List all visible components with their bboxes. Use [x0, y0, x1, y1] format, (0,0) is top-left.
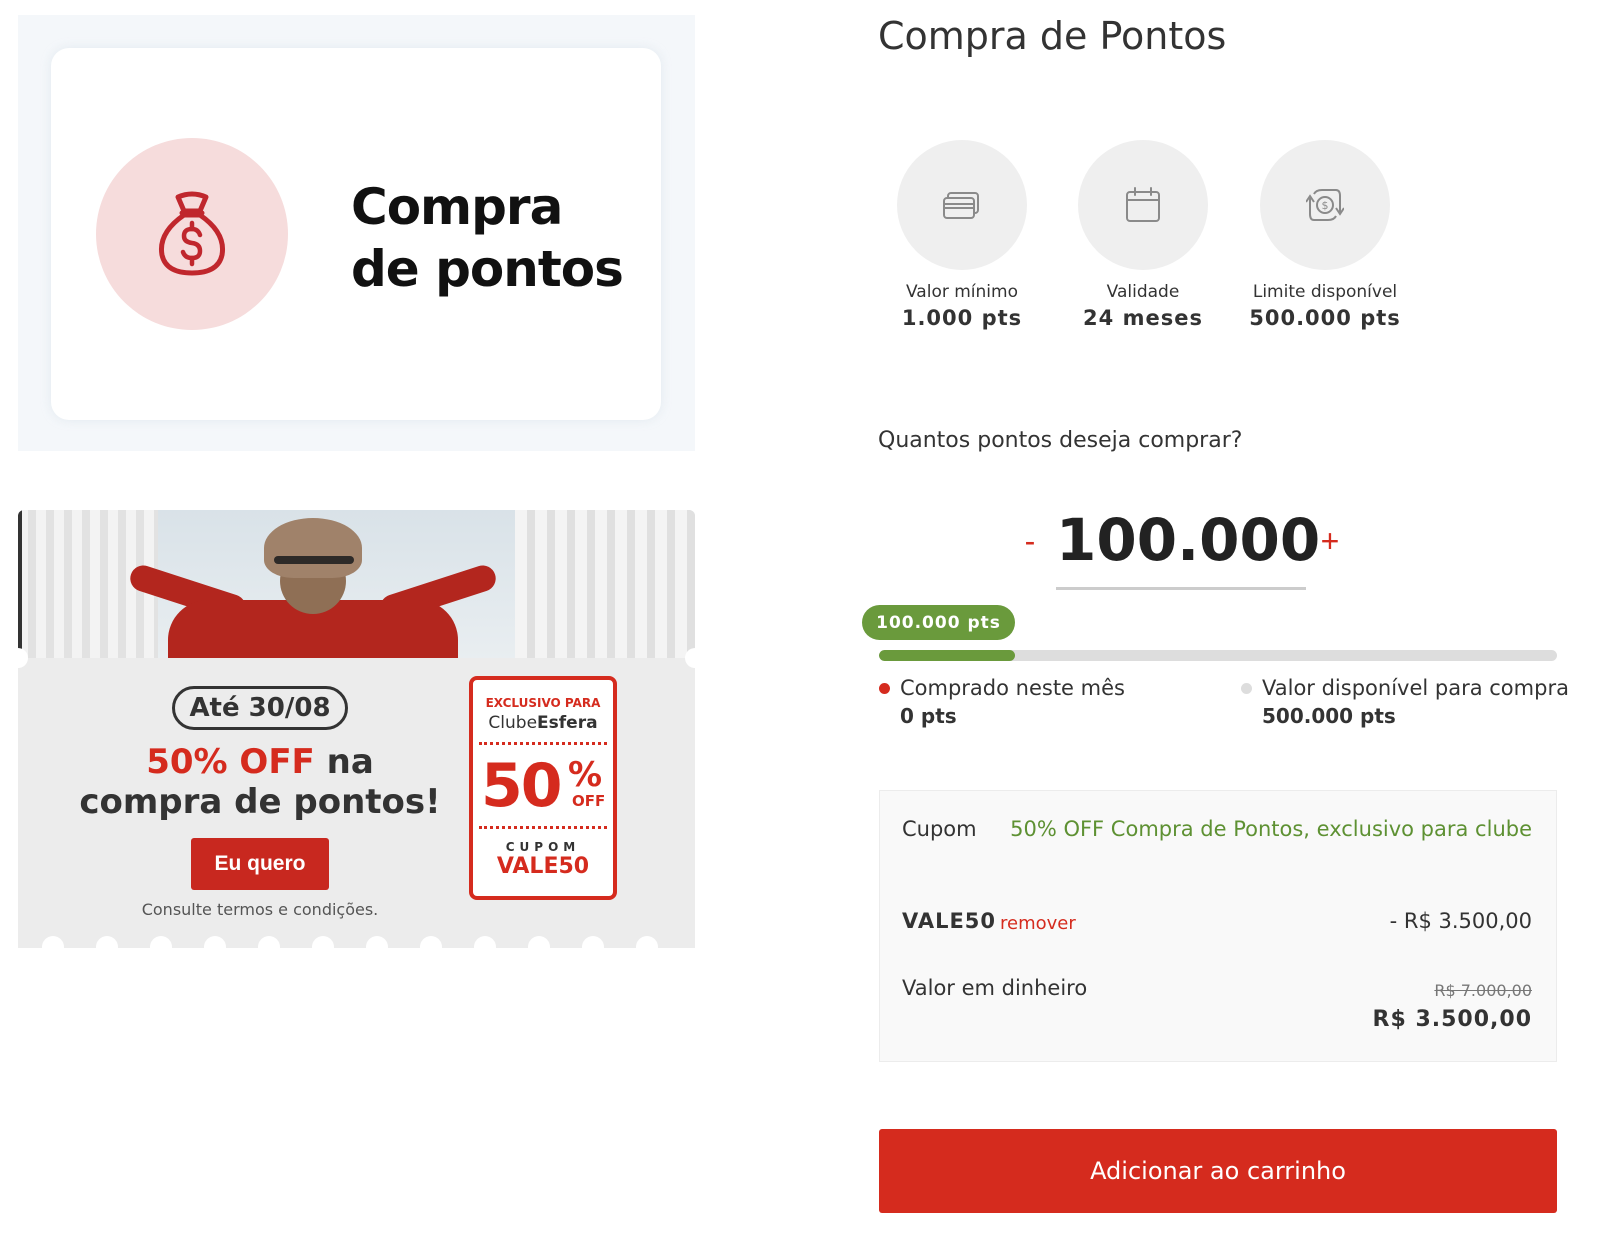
cash-value-label: Valor em dinheiro — [902, 976, 1088, 1000]
ticket-scallop — [636, 936, 658, 948]
ticket-scallop — [258, 936, 280, 948]
coupon-description: 50% OFF Compra de Pontos, exclusivo para… — [1010, 817, 1532, 841]
legend-label: Comprado neste mês — [900, 676, 1125, 700]
original-price: R$ 7.000,00 — [1434, 981, 1532, 1000]
coupon-tag-exclusive: EXCLUSIVO PARA — [485, 696, 601, 710]
legend-dot-gray — [1241, 683, 1252, 694]
curtain-right — [515, 510, 695, 660]
ticket-scallop — [204, 936, 226, 948]
hero-icon-circle — [96, 138, 288, 330]
coupon-label: Cupom — [902, 817, 977, 841]
ticket-scallop — [366, 936, 388, 948]
promo-terms[interactable]: Consulte termos e condições. — [70, 900, 450, 919]
promo-ticket: Até 30/08 50% OFF na compra de pontos! E… — [18, 648, 695, 948]
order-summary: Cupom 50% OFF Compra de Pontos, exclusiv… — [879, 790, 1557, 1062]
legend-available: Valor disponível para compra 500.000 pts — [1241, 676, 1569, 728]
coupon-tag-percent: % — [568, 755, 603, 795]
coupon-discount: - R$ 3.500,00 — [1389, 909, 1532, 933]
ticket-scallop — [42, 936, 64, 948]
legend-label: Valor disponível para compra — [1262, 676, 1569, 700]
info-label: Limite disponível — [1252, 282, 1398, 302]
info-circle — [897, 140, 1027, 270]
promo-photo — [18, 510, 695, 660]
legend-dot-red — [879, 683, 890, 694]
info-min-value: Valor mínimo 1.000 pts — [872, 140, 1052, 330]
ticket-scallop — [150, 936, 172, 948]
brand-esfera: Esfera — [537, 713, 598, 733]
ticket-scallop — [474, 936, 496, 948]
info-circle — [1078, 140, 1208, 270]
money-bag-icon — [158, 191, 226, 276]
info-value: 1.000 pts — [901, 306, 1023, 330]
promo-headline: 50% OFF na compra de pontos! — [70, 742, 450, 822]
add-to-cart-button[interactable]: Adicionar ao carrinho — [879, 1129, 1557, 1213]
info-value: 500.000 pts — [1249, 306, 1401, 330]
info-label: Valor mínimo — [906, 282, 1018, 302]
ticket-scallop — [582, 936, 604, 948]
coupon-tag-divider — [479, 826, 607, 829]
final-price: R$ 3.500,00 — [1372, 1007, 1532, 1032]
info-validity: Validade 24 meses — [1053, 140, 1233, 330]
ticket-scallop — [96, 936, 118, 948]
coupon-tag-code: VALE50 — [496, 854, 590, 879]
hero-title-line1: Compra — [351, 178, 563, 236]
credit-cards-icon — [943, 192, 979, 219]
svg-text:$: $ — [1322, 199, 1329, 212]
points-progress-fill — [879, 650, 1015, 661]
coupon-tag-divider — [479, 742, 607, 745]
selected-points-pill: 100.000 pts — [862, 605, 1015, 640]
legend-bought: Comprado neste mês 0 pts — [879, 676, 1125, 728]
info-value: 24 meses — [1083, 306, 1203, 330]
applied-coupon-code: VALE50 — [902, 909, 997, 933]
promo-banner[interactable]: Até 30/08 50% OFF na compra de pontos! E… — [18, 510, 695, 948]
calendar-icon — [1126, 187, 1160, 222]
hero-title-line2: de pontos — [351, 240, 624, 298]
promo-headline-part2: compra de pontos! — [79, 782, 441, 822]
legend-value: 0 pts — [900, 704, 957, 728]
increase-button[interactable]: + — [1316, 516, 1344, 566]
ticket-scallop — [420, 936, 442, 948]
hero-card: Compra de pontos — [18, 15, 695, 451]
person-hat — [264, 518, 362, 578]
quantity-input[interactable]: 100.000 — [1056, 500, 1320, 590]
promo-until-badge: Até 30/08 — [172, 686, 348, 730]
page-title: Compra de Pontos — [878, 14, 1227, 58]
info-circle: $ — [1260, 140, 1390, 270]
points-progress-track — [879, 650, 1557, 661]
quantity-question: Quantos pontos deseja comprar? — [878, 428, 1243, 453]
coupon-tag-number: 50 — [481, 751, 562, 821]
remove-coupon-link[interactable]: remover — [1000, 913, 1076, 934]
hero-card-inner: Compra de pontos — [51, 48, 661, 420]
info-limit: $ Limite disponível 500.000 pts — [1235, 140, 1415, 330]
decrease-button[interactable]: - — [1016, 516, 1044, 566]
ticket-notch-right — [685, 648, 695, 668]
eu-quero-button[interactable]: Eu quero — [191, 838, 329, 890]
promo-headline-discount: 50% OFF — [146, 742, 315, 782]
hero-title: Compra de pontos — [351, 176, 624, 300]
exchange-coin-icon: $ — [1306, 189, 1344, 221]
coupon-tag-cupom-word: CUPOM — [505, 840, 581, 854]
window-frame — [18, 510, 22, 660]
info-label: Validade — [1106, 282, 1180, 302]
coupon-tag-off: OFF — [572, 792, 606, 810]
hat-band — [274, 556, 354, 564]
brand-clube: Clube — [488, 713, 538, 733]
ticket-scallop — [528, 936, 550, 948]
clube-esfera-logo: ClubeEsfera — [473, 713, 613, 733]
legend-value: 500.000 pts — [1262, 704, 1396, 728]
coupon-tag: EXCLUSIVO PARA ClubeEsfera 50 % OFF CUPO… — [469, 676, 617, 900]
promo-headline-part1: na — [314, 742, 374, 782]
ticket-scallop — [312, 936, 334, 948]
